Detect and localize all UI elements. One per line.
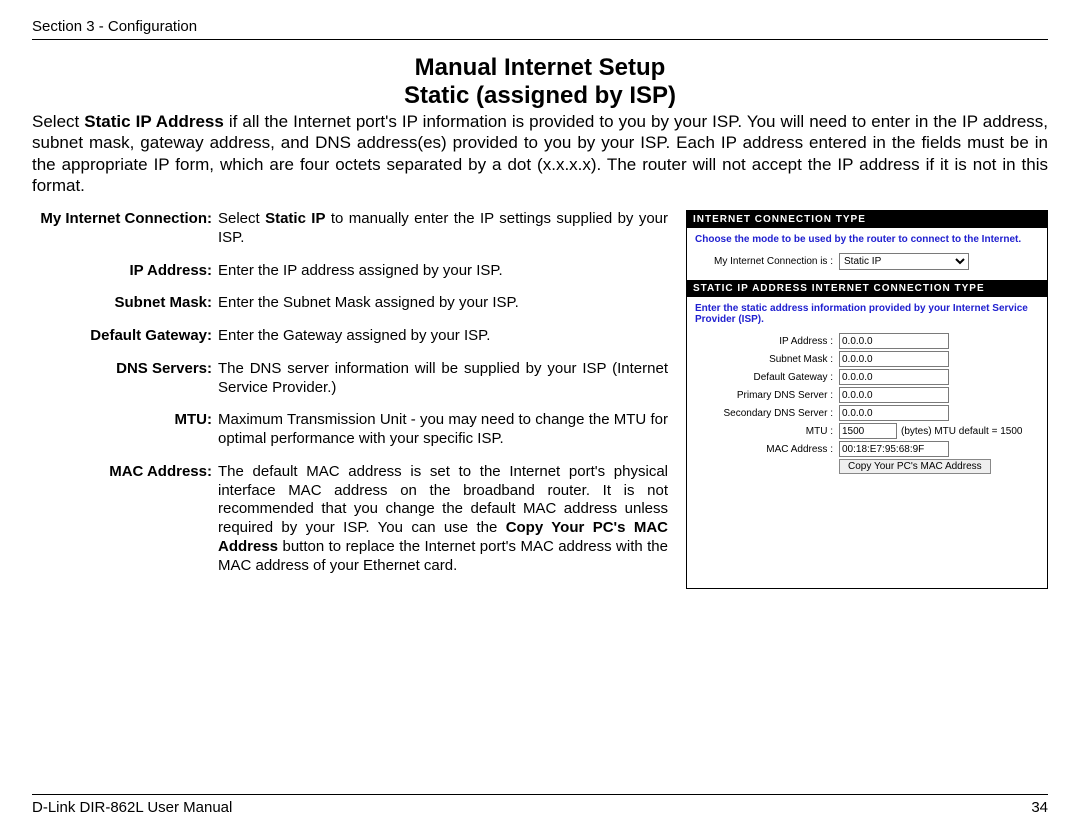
page-title: Manual Internet Setup Static (assigned b… <box>32 54 1048 109</box>
panel-section1-header: INTERNET CONNECTION TYPE <box>687 211 1047 228</box>
primary-dns-row: Primary DNS Server : <box>695 387 1039 403</box>
default-gateway-row: Default Gateway : <box>695 369 1039 385</box>
def-mtu: MTU: Maximum Transmission Unit - you may… <box>32 411 668 449</box>
mtu-row: MTU : (bytes) MTU default = 1500 <box>695 423 1039 439</box>
title-line1: Manual Internet Setup <box>415 54 666 81</box>
section-header: Section 3 - Configuration <box>32 18 1048 40</box>
panel-section2-header: STATIC IP ADDRESS INTERNET CONNECTION TY… <box>687 280 1047 297</box>
mtu-hint: (bytes) MTU default = 1500 <box>901 426 1022 437</box>
ip-address-row: IP Address : <box>695 333 1039 349</box>
mac-address-input[interactable] <box>839 441 949 457</box>
subnet-mask-input[interactable] <box>839 351 949 367</box>
default-gateway-input[interactable] <box>839 369 949 385</box>
intro-bold: Static IP Address <box>84 112 224 131</box>
def-post: button to replace the Internet port's MA… <box>218 538 668 574</box>
definition-list: My Internet Connection: Select Static IP… <box>32 210 668 589</box>
panel-section1-body: Choose the mode to be used by the router… <box>687 228 1047 280</box>
def-mac-address: MAC Address: The default MAC address is … <box>32 463 668 576</box>
def-pre: Select <box>218 210 265 227</box>
def-label: My Internet Connection: <box>32 210 218 248</box>
def-label: IP Address: <box>32 262 218 281</box>
copy-mac-button[interactable]: Copy Your PC's MAC Address <box>839 459 991 474</box>
def-body: Select Static IP to manually enter the I… <box>218 210 668 248</box>
mac-address-row: MAC Address : <box>695 441 1039 457</box>
def-my-internet-connection: My Internet Connection: Select Static IP… <box>32 210 668 248</box>
router-config-panel: INTERNET CONNECTION TYPE Choose the mode… <box>686 210 1048 589</box>
def-ip-address: IP Address: Enter the IP address assigne… <box>32 262 668 281</box>
def-body: Enter the Subnet Mask assigned by your I… <box>218 294 668 313</box>
panel-section2-body: Enter the static address information pro… <box>687 297 1047 482</box>
internet-connection-label: My Internet Connection is : <box>695 256 839 267</box>
def-body: Enter the IP address assigned by your IS… <box>218 262 668 281</box>
subnet-mask-row: Subnet Mask : <box>695 351 1039 367</box>
mac-address-label: MAC Address : <box>695 444 839 455</box>
intro-pre: Select <box>32 112 84 131</box>
footer-page-number: 34 <box>1031 799 1048 816</box>
title-line2: Static (assigned by ISP) <box>404 82 676 109</box>
def-dns-servers: DNS Servers: The DNS server information … <box>32 360 668 398</box>
primary-dns-input[interactable] <box>839 387 949 403</box>
subnet-mask-label: Subnet Mask : <box>695 354 839 365</box>
def-label: DNS Servers: <box>32 360 218 398</box>
panel-section1-hint: Choose the mode to be used by the router… <box>695 234 1039 245</box>
def-bold: Static IP <box>265 210 325 227</box>
def-label: Subnet Mask: <box>32 294 218 313</box>
def-label: MTU: <box>32 411 218 449</box>
mtu-label: MTU : <box>695 426 839 437</box>
ip-address-input[interactable] <box>839 333 949 349</box>
secondary-dns-input[interactable] <box>839 405 949 421</box>
copy-mac-row: Copy Your PC's MAC Address <box>839 459 1039 474</box>
def-body: Maximum Transmission Unit - you may need… <box>218 411 668 449</box>
def-body: Enter the Gateway assigned by your ISP. <box>218 327 668 346</box>
default-gateway-label: Default Gateway : <box>695 372 839 383</box>
secondary-dns-row: Secondary DNS Server : <box>695 405 1039 421</box>
secondary-dns-label: Secondary DNS Server : <box>695 408 839 419</box>
primary-dns-label: Primary DNS Server : <box>695 390 839 401</box>
ip-address-label: IP Address : <box>695 336 839 347</box>
panel-section2-hint: Enter the static address information pro… <box>695 303 1039 325</box>
mtu-input[interactable] <box>839 423 897 439</box>
def-default-gateway: Default Gateway: Enter the Gateway assig… <box>32 327 668 346</box>
page-footer: D-Link DIR-862L User Manual 34 <box>32 794 1048 816</box>
def-label: MAC Address: <box>32 463 218 576</box>
intro-paragraph: Select Static IP Address if all the Inte… <box>32 111 1048 196</box>
internet-connection-select[interactable]: Static IP <box>839 253 969 270</box>
def-body: The DNS server information will be suppl… <box>218 360 668 398</box>
def-body: The default MAC address is set to the In… <box>218 463 668 576</box>
def-label: Default Gateway: <box>32 327 218 346</box>
def-subnet-mask: Subnet Mask: Enter the Subnet Mask assig… <box>32 294 668 313</box>
footer-left: D-Link DIR-862L User Manual <box>32 799 232 816</box>
internet-connection-row: My Internet Connection is : Static IP <box>695 253 1039 270</box>
